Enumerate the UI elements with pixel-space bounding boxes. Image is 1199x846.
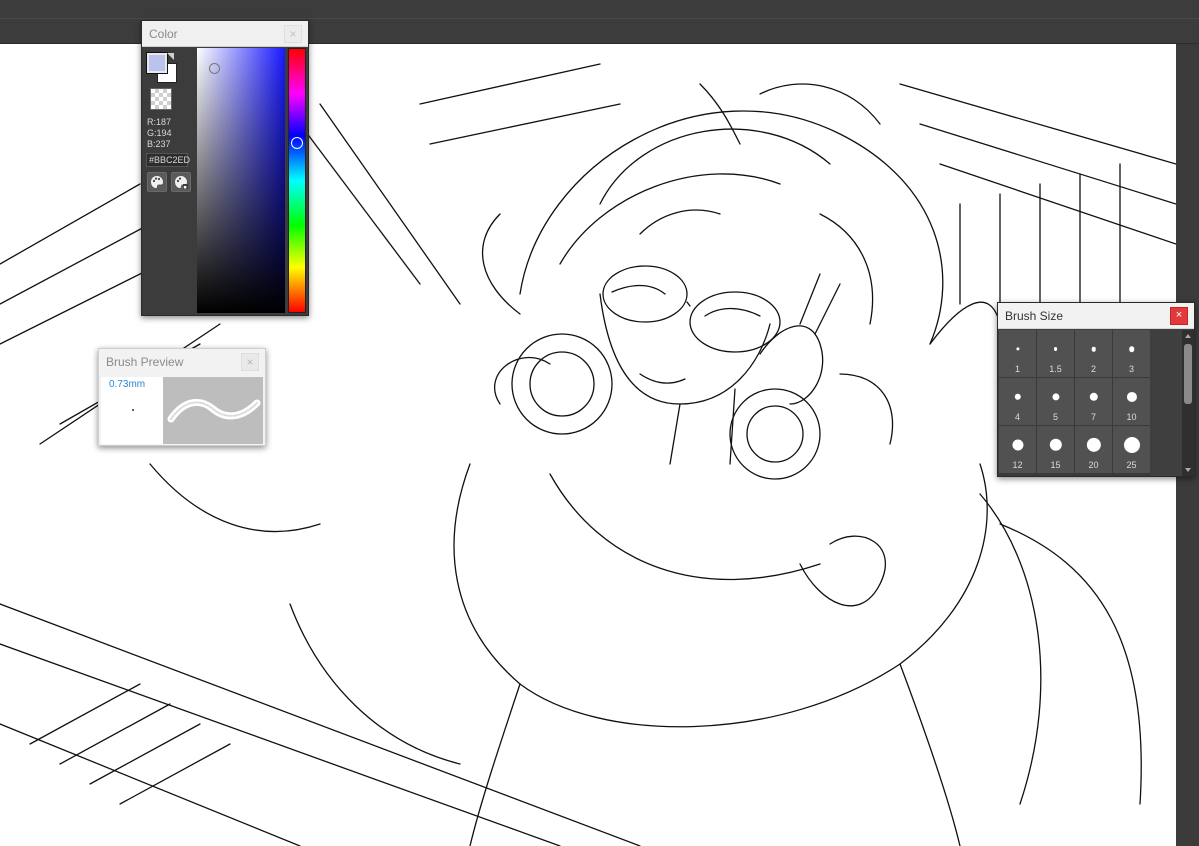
brush-tip-dot	[132, 409, 134, 411]
brush-preview-panel: Brush Preview × 0.73mm	[98, 348, 266, 446]
brush-preview-titlebar[interactable]: Brush Preview ×	[99, 349, 265, 375]
brush-tip-preview: 0.73mm	[101, 377, 163, 444]
palette-button[interactable]	[147, 172, 167, 192]
brush-size-label: 12	[1012, 460, 1023, 470]
brush-size-option[interactable]: 1	[999, 330, 1036, 377]
brush-size-dot	[1051, 393, 1060, 401]
brush-size-dot	[1086, 437, 1101, 453]
brush-size-label: 15	[1050, 460, 1061, 470]
brush-size-dot	[1128, 346, 1135, 352]
scroll-down-icon[interactable]	[1185, 468, 1191, 472]
brush-size-dot	[1014, 393, 1021, 401]
brush-size-label: 5	[1052, 412, 1058, 422]
brush-size-label: 20	[1088, 460, 1099, 470]
color-picker-cursor[interactable]	[209, 63, 220, 74]
brush-size-dot	[1011, 439, 1024, 451]
green-value: G:194	[147, 128, 172, 138]
color-panel-titlebar[interactable]: Color ×	[142, 21, 308, 47]
brush-size-option[interactable]: 4	[999, 378, 1036, 425]
color-panel-title: Color	[149, 26, 178, 41]
brush-size-option[interactable]: 7	[1075, 378, 1112, 425]
brush-size-label: 1.5	[1049, 364, 1062, 374]
brush-size-grid: 1 1.5 2 3 4 5 7 10 12 15 20 25	[998, 330, 1150, 476]
brush-size-empty-column	[1150, 330, 1180, 476]
scroll-up-icon[interactable]	[1185, 334, 1191, 338]
hue-slider-handle[interactable]	[291, 137, 303, 149]
brush-stroke-preview	[163, 377, 263, 444]
brush-size-label: 3	[1128, 364, 1134, 374]
swap-colors-icon[interactable]	[167, 53, 174, 60]
hex-color-field[interactable]: #BBC2ED	[146, 153, 190, 167]
brush-size-option[interactable]: 25	[1113, 426, 1150, 473]
brush-size-label: 10	[1126, 412, 1137, 422]
color-swatches	[147, 53, 177, 83]
brush-size-dot	[1126, 391, 1137, 403]
brush-size-dot	[1053, 347, 1058, 351]
brush-size-titlebar[interactable]: Brush Size ×	[998, 303, 1194, 329]
brush-size-readout: 0.73mm	[109, 379, 146, 390]
brush-size-dot	[1091, 346, 1096, 352]
stroke-preview-graphic	[167, 398, 261, 423]
brush-size-title: Brush Size	[1005, 308, 1064, 323]
brush-size-panel: Brush Size × 1 1.5 2 3 4 5 7 10 12 15 20 25	[997, 302, 1195, 477]
transparent-color-swatch[interactable]	[150, 88, 172, 110]
brush-size-option[interactable]: 20	[1075, 426, 1112, 473]
close-icon[interactable]: ×	[284, 24, 302, 43]
brush-size-label: 7	[1090, 412, 1096, 422]
brush-size-scrollbar[interactable]	[1182, 330, 1194, 476]
hue-slider[interactable]	[288, 48, 306, 313]
brush-size-label: 4	[1014, 412, 1020, 422]
brush-size-option[interactable]: 5	[1037, 378, 1074, 425]
red-value: R:187	[147, 117, 172, 127]
brush-size-option[interactable]: 2	[1075, 330, 1112, 377]
brush-size-option[interactable]: 15	[1037, 426, 1074, 473]
brush-size-option[interactable]: 12	[999, 426, 1036, 473]
svg-text:▪: ▪	[183, 185, 186, 189]
brush-size-dot	[1123, 437, 1140, 453]
brush-size-label: 2	[1090, 364, 1096, 374]
brush-size-dot	[1089, 392, 1098, 402]
brush-size-label: 1	[1014, 364, 1020, 374]
close-icon[interactable]: ×	[241, 353, 259, 371]
close-icon[interactable]: ×	[1170, 306, 1188, 325]
palette-icon	[151, 176, 163, 188]
brush-size-option[interactable]: 3	[1113, 330, 1150, 377]
brush-size-dot	[1015, 347, 1020, 351]
blue-value: B:237	[147, 139, 171, 149]
palette-add-button[interactable]: ▪	[171, 172, 191, 192]
foreground-color-swatch[interactable]	[147, 53, 167, 73]
scrollbar-thumb[interactable]	[1184, 344, 1192, 404]
color-panel: Color × R:187 G:194 B:237 #BBC2ED ▪	[141, 20, 309, 316]
brush-size-option[interactable]: 10	[1113, 378, 1150, 425]
palette-add-icon: ▪	[175, 176, 188, 189]
brush-preview-title: Brush Preview	[106, 355, 184, 369]
brush-size-label: 25	[1126, 460, 1137, 470]
rgb-readout: R:187 G:194 B:237	[147, 117, 172, 150]
brush-size-dot	[1049, 438, 1062, 452]
brush-size-option[interactable]: 1.5	[1037, 330, 1074, 377]
saturation-value-picker[interactable]	[197, 48, 285, 313]
